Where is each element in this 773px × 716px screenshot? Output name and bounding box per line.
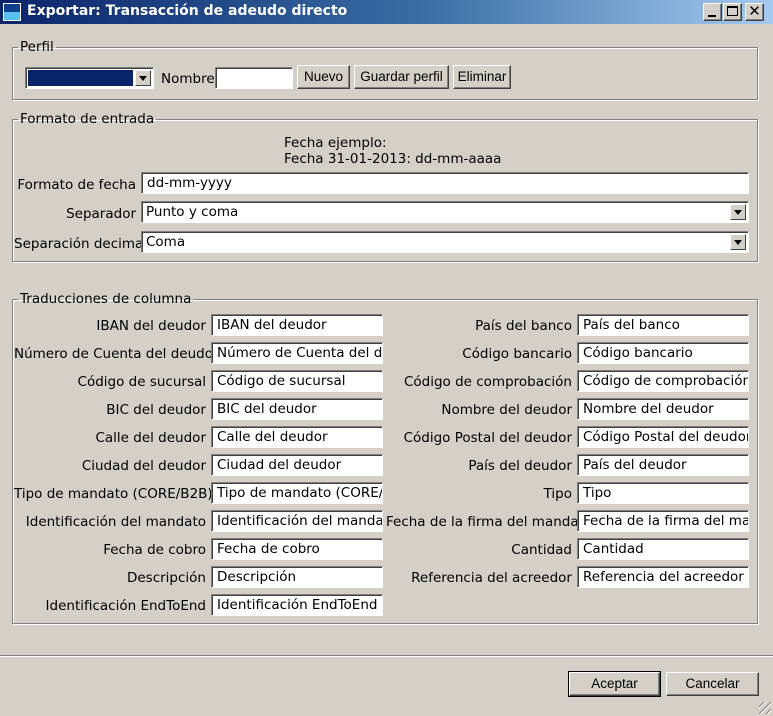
left-label-6: Tipo de mandato (CORE/B2B) [14,486,213,502]
left-label-5: Ciudad del deudor [81,458,206,474]
right-label-3: Nombre del deudor [441,402,572,418]
left-label-10: Identificación EndToEnd [45,598,206,614]
profile-legend: Perfil [20,39,54,55]
right-input-8[interactable]: Cantidad [577,538,749,560]
right-input-9[interactable]: Referencia del acreedor [577,566,749,588]
profile-select[interactable] [25,67,154,89]
app-icon [3,3,21,21]
save-profile-button[interactable]: Guardar perfil [354,65,449,89]
profile-select-value [28,70,133,86]
right-input-6[interactable]: Tipo [577,482,749,504]
left-input-1[interactable]: Número de Cuenta del deu [211,342,383,364]
left-label-8: Fecha de cobro [103,542,206,558]
minimize-icon [708,15,716,17]
separator-dropdown-button[interactable] [730,204,746,220]
date-format-label: Formato de fecha [17,177,136,193]
left-input-6[interactable]: Tipo de mandato (CORE/B2 [211,482,383,504]
right-label-1: Código bancario [462,346,572,362]
separator-value: Punto y coma [146,204,239,220]
right-input-5[interactable]: País del deudor [577,454,749,476]
decimal-select[interactable]: Coma [141,231,749,253]
left-label-1: Número de Cuenta del deudor [14,346,219,362]
cancel-button[interactable]: Cancelar [666,672,759,696]
delete-profile-button[interactable]: Eliminar [453,65,511,89]
left-label-4: Calle del deudor [95,430,206,446]
title-bar[interactable]: Exportar: Transacción de adeudo directo … [0,0,773,24]
new-profile-button[interactable]: Nuevo [297,65,350,89]
input-format-legend: Formato de entrada [20,111,155,127]
resize-grip-icon[interactable] [759,702,771,714]
chevron-down-icon [139,76,147,81]
separator-label: Separador [66,206,136,222]
date-example-title: Fecha ejemplo: [284,135,387,151]
right-input-0[interactable]: País del banco [577,314,749,336]
maximize-icon [727,6,738,16]
left-input-2[interactable]: Código de sucursal [211,370,383,392]
profile-name-input[interactable] [215,67,293,89]
minimize-button[interactable] [703,3,722,21]
right-label-0: País del banco [475,318,572,334]
right-label-6: Tipo [543,486,572,502]
date-format-input[interactable]: dd-mm-yyyy [141,172,749,194]
right-input-4[interactable]: Código Postal del deudor [577,426,749,448]
right-input-2[interactable]: Código de comprobación [577,370,749,392]
date-example-value: Fecha 31-01-2013: dd-mm-aaaa [284,151,502,167]
close-button[interactable]: ✕ [745,3,764,21]
left-input-5[interactable]: Ciudad del deudor [211,454,383,476]
right-label-9: Referencia del acreedor [411,570,572,586]
decimal-label: Separación decimal [14,236,148,252]
right-label-7: Fecha de la firma del mandato [386,514,593,530]
right-input-7[interactable]: Fecha de la firma del manda [577,510,749,532]
footer-divider [0,655,773,657]
right-label-4: Código Postal del deudor [403,430,572,446]
maximize-button[interactable] [723,3,742,21]
left-label-2: Código de sucursal [77,374,206,390]
left-label-3: BIC del deudor [106,402,206,418]
right-label-2: Código de comprobación [403,374,572,390]
left-input-8[interactable]: Fecha de cobro [211,538,383,560]
left-label-0: IBAN del deudor [96,318,206,334]
left-input-0[interactable]: IBAN del deudor [211,314,383,336]
right-label-8: Cantidad [511,542,572,558]
left-input-10[interactable]: Identificación EndToEnd [211,594,383,616]
profile-name-label: Nombre [161,71,215,87]
right-input-1[interactable]: Código bancario [577,342,749,364]
left-input-9[interactable]: Descripción [211,566,383,588]
decimal-value: Coma [146,234,186,250]
left-label-7: Identificación del mandato [25,514,206,530]
close-icon: ✕ [748,2,761,20]
decimal-dropdown-button[interactable] [730,234,746,250]
window-title: Exportar: Transacción de adeudo directo [27,3,348,19]
column-translations-legend: Traducciones de columna [20,291,192,307]
left-input-3[interactable]: BIC del deudor [211,398,383,420]
right-input-3[interactable]: Nombre del deudor [577,398,749,420]
chevron-down-icon [734,240,742,245]
accept-button[interactable]: Aceptar [568,671,661,697]
left-input-4[interactable]: Calle del deudor [211,426,383,448]
left-label-9: Descripción [126,570,206,586]
chevron-down-icon [734,210,742,215]
separator-select[interactable]: Punto y coma [141,201,749,223]
profile-dropdown-button[interactable] [135,70,151,86]
right-label-5: País del deudor [468,458,572,474]
left-input-7[interactable]: Identificación del mandato [211,510,383,532]
